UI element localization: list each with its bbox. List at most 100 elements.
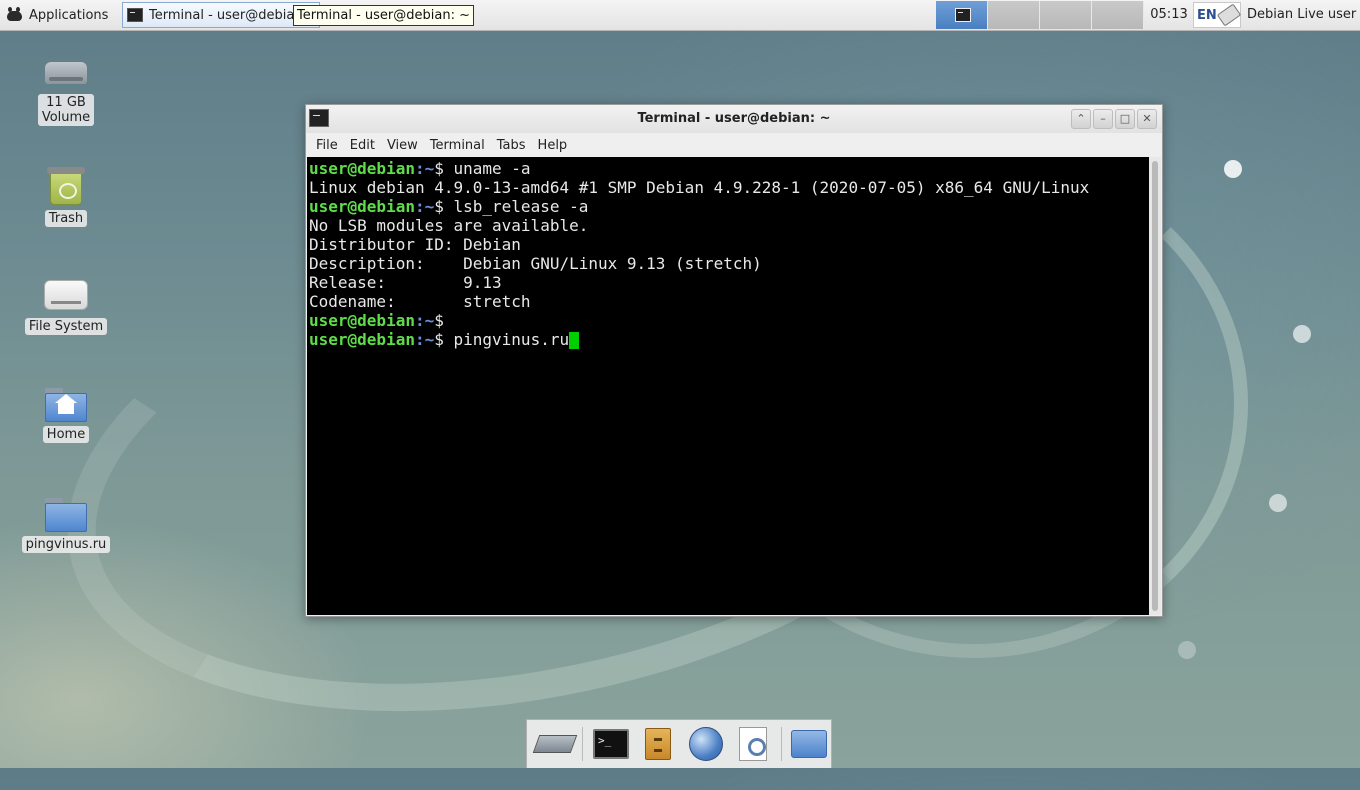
dock-app-finder[interactable] [731,724,774,764]
terminal-line-text: Linux debian 4.9.0-13-amd64 #1 SMP Debia… [309,178,1090,197]
keyboard-layout-label: EN [1197,7,1217,23]
workspace-switcher [936,1,1144,29]
shade-button[interactable]: ⌃ [1071,109,1091,129]
globe-icon [688,727,723,761]
keyboard-layout-indicator[interactable]: EN [1193,2,1241,28]
dock-separator [780,727,782,761]
desktop-icon-label: pingvinus.ru [21,536,111,553]
prompt-user: user@debian [309,197,415,216]
prompt-user: user@debian [309,330,415,349]
terminal-output-line: Release: 9.13 [309,273,1150,292]
prompt-path: :~ [414,311,435,330]
taskbar-terminal-button[interactable]: Terminal - user@debian: ~ [122,2,320,28]
terminal-line-text: $ [434,311,444,330]
folder-icon [791,730,828,758]
scrollbar-thumb[interactable] [1152,161,1158,611]
hard-drive-icon [45,62,87,84]
prompt-path: :~ [414,159,435,178]
terminal-command-line: user@debian:~$ uname -a [309,159,1150,178]
trash-icon [46,166,86,206]
desktop-icon-pingvinus[interactable]: pingvinus.ru [16,498,116,553]
wallpaper-dot [1178,641,1196,659]
terminal-icon: >_ [593,729,629,759]
menu-tabs[interactable]: Tabs [491,138,532,153]
terminal-icon [955,8,971,22]
terminal-menubar: File Edit View Terminal Tabs Help [306,133,1162,157]
prompt-path: :~ [414,197,435,216]
terminal-line-text: Distributor ID: Debian [309,235,521,254]
wallpaper-dot [1269,494,1287,512]
panel-clock[interactable]: 05:13 [1147,0,1191,30]
desktop-icon-filesystem[interactable]: File System [16,280,116,335]
desktop-icon-label: File System [24,318,108,335]
desktop-icon-label: Home [42,426,90,443]
desktop-icon-label: Trash [44,210,88,227]
window-controls: ⌃ – □ ✕ [1071,109,1157,129]
terminal-titlebar[interactable]: Terminal - user@debian: ~ ⌃ – □ ✕ [306,105,1162,133]
prompt-path: :~ [414,330,435,349]
dock-separator [582,727,584,761]
applications-menu-button[interactable]: Applications [0,0,114,30]
terminal-lines: user@debian:~$ uname -a Linux debian 4.9.… [307,157,1150,349]
terminal-output-line: Description: Debian GNU/Linux 9.13 (stre… [309,254,1150,273]
minimize-button[interactable]: – [1093,109,1113,129]
terminal-window: Terminal - user@debian: ~ ⌃ – □ ✕ File E… [305,104,1163,617]
menu-help[interactable]: Help [532,138,574,153]
bottom-dock: >_ [526,719,832,768]
show-desktop-icon [532,735,577,753]
desktop-icon-label: 11 GB Volume [37,94,95,126]
workspace-4[interactable] [1092,1,1144,29]
search-document-icon [739,727,768,761]
terminal-output-line: Codename: stretch [309,292,1150,311]
menu-view[interactable]: View [381,138,424,153]
terminal-icon [127,8,143,22]
terminal-command-line: user@debian:~$ lsb_release -a [309,197,1150,216]
maximize-button[interactable]: □ [1115,109,1135,129]
terminal-line-text: $ lsb_release -a [434,197,589,216]
window-title: Terminal - user@debian: ~ [637,111,831,126]
top-panel: Applications Terminal - user@debian: ~ T… [0,0,1360,31]
dock-folder[interactable] [788,724,831,764]
workspace-3[interactable] [1040,1,1092,29]
workspace-2[interactable] [988,1,1040,29]
dock-terminal[interactable]: >_ [589,724,632,764]
taskbar-tooltip: Terminal - user@debian: ~ [293,5,474,26]
desktop-icon-home[interactable]: Home [16,388,116,443]
terminal-output[interactable]: user@debian:~$ uname -a Linux debian 4.9.… [307,157,1150,615]
menu-edit[interactable]: Edit [344,138,381,153]
terminal-line-text: Description: Debian GNU/Linux 9.13 (stre… [309,254,762,273]
terminal-command-line: user@debian:~$ pingvinus.ru [309,330,1150,349]
workspace-1[interactable] [936,1,988,29]
terminal-command-line: user@debian:~$ [309,311,1150,330]
dock-web-browser[interactable] [684,724,727,764]
wallpaper-dot [1293,325,1311,343]
user-menu[interactable]: Debian Live user [1247,0,1356,30]
prompt-user: user@debian [309,159,415,178]
home-folder-icon [45,388,87,422]
prompt-user: user@debian [309,311,415,330]
desktop-icon-trash[interactable]: Trash [16,166,116,227]
dock-show-desktop[interactable] [532,724,577,764]
terminal-output-line: Distributor ID: Debian [309,235,1150,254]
menu-file[interactable]: File [310,138,344,153]
dock-file-manager[interactable] [637,724,680,764]
xfce-mouse-icon [4,6,26,24]
terminal-line-text: No LSB modules are available. [309,216,589,235]
wallpaper-dot [1224,160,1242,178]
terminal-line-text: Codename: stretch [309,292,531,311]
close-button[interactable]: ✕ [1137,109,1157,129]
terminal-scrollbar[interactable] [1149,157,1161,615]
menu-terminal[interactable]: Terminal [424,138,491,153]
terminal-cursor [569,332,580,349]
folder-icon [45,498,87,532]
terminal-output-line: No LSB modules are available. [309,216,1150,235]
terminal-line-text: Release: 9.13 [309,273,502,292]
filesystem-drive-icon [44,280,88,310]
terminal-output-line: Linux debian 4.9.0-13-amd64 #1 SMP Debia… [309,178,1150,197]
usb-drive-icon [1216,3,1241,27]
terminal-line-text: $ pingvinus.ru [434,330,570,349]
desktop-icon-volume[interactable]: 11 GB Volume [16,48,116,126]
file-cabinet-icon [645,728,672,760]
applications-label: Applications [29,7,109,23]
terminal-line-text: $ uname -a [434,159,531,178]
